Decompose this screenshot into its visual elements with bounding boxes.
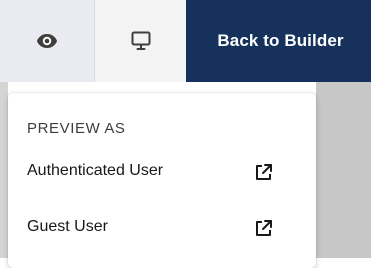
background-panel-right [316,82,371,258]
device-view-button[interactable] [95,0,186,82]
menu-item-authenticated-user[interactable]: Authenticated User [8,149,316,195]
desktop-monitor-icon [130,30,152,52]
menu-item-label: Guest User [27,218,108,235]
preview-as-dropdown: PREVIEW AS Authenticated User Guest User [8,93,316,268]
external-link-icon [254,162,274,182]
preview-button[interactable] [0,0,95,82]
top-toolbar: Back to Builder [0,0,371,82]
menu-item-guest-user[interactable]: Guest User [8,205,316,251]
background-panel-left [0,82,8,258]
eye-icon [36,33,58,49]
dropdown-heading: PREVIEW AS [27,120,126,137]
back-to-builder-button[interactable]: Back to Builder [186,0,371,82]
external-link-icon [254,218,274,238]
menu-item-label: Authenticated User [27,162,164,179]
